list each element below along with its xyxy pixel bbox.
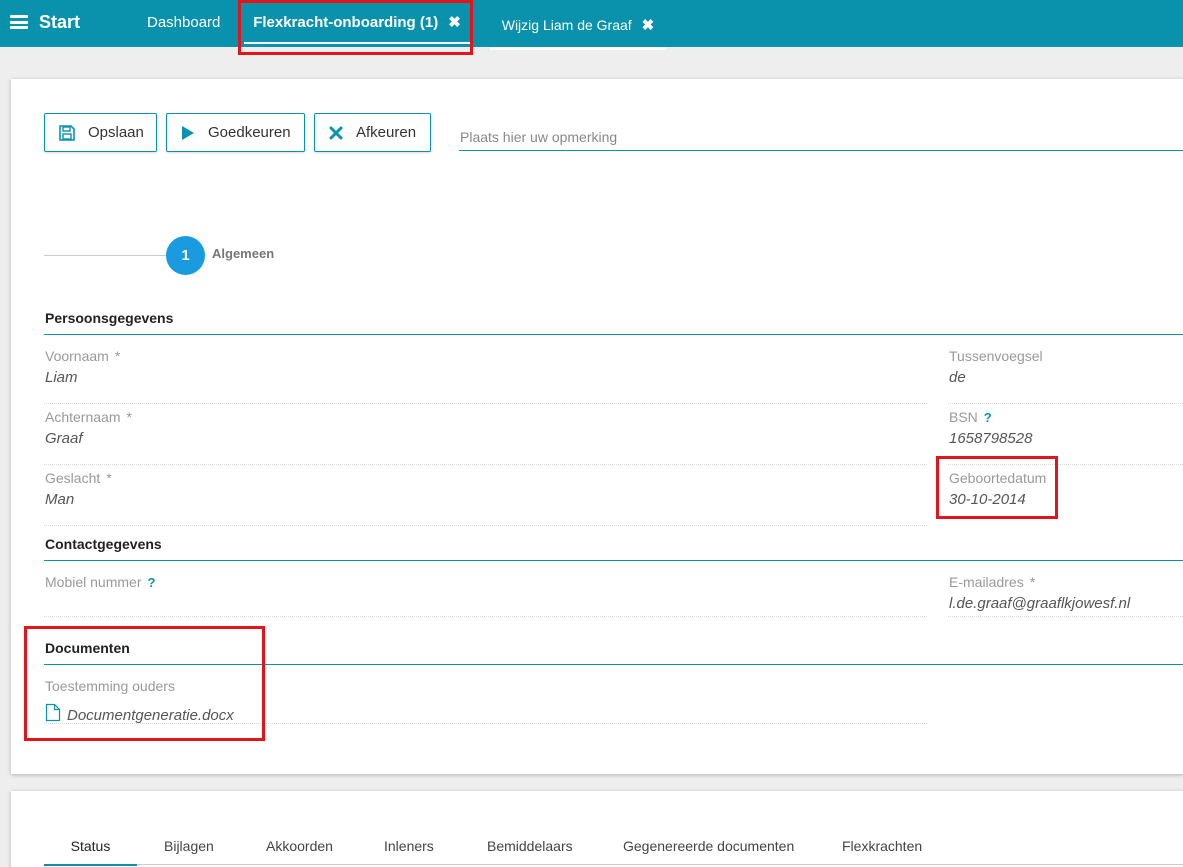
tab-akkoorden[interactable]: Akkoorden <box>266 838 333 865</box>
email-field[interactable]: E-mailadres * l.de.graaf@graaflkjowesf.nl <box>948 574 1183 617</box>
reject-button-label: Afkeuren <box>356 124 417 141</box>
field-label: Achternaam * <box>45 409 132 425</box>
tab-gegenereerde-documenten[interactable]: Gegenereerde documenten <box>623 838 794 865</box>
tab-dashboard-label: Dashboard <box>147 13 221 31</box>
field-label: Voornaam * <box>45 348 121 364</box>
voornaam-value: Liam <box>45 369 78 386</box>
section-divider <box>44 560 1183 561</box>
document-filename: Documentgeneratie.docx <box>67 706 234 724</box>
tab-bijlagen-label: Bijlagen <box>164 838 214 854</box>
tussenvoegsel-field[interactable]: Tussenvoegsel de <box>948 348 1183 404</box>
floppy-disk-icon <box>59 124 75 141</box>
file-icon <box>45 703 61 727</box>
approve-button-label: Goedkeuren <box>208 124 291 141</box>
play-icon <box>181 125 195 141</box>
field-label: Tussenvoegsel <box>949 348 1043 364</box>
help-icon[interactable]: ? <box>147 575 155 590</box>
required-asterisk: * <box>114 348 121 364</box>
achternaam-value: Graaf <box>45 430 83 447</box>
tab-bemiddelaars-label: Bemiddelaars <box>487 838 573 854</box>
document-link[interactable]: Documentgeneratie.docx <box>45 703 234 727</box>
section-title-documenten: Documenten <box>45 640 130 656</box>
tab-flexkracht-onboarding[interactable]: Flexkracht-onboarding (1) ✖ <box>244 0 470 44</box>
detail-tabs-card: Status Bijlagen Akkoorden Inleners Bemid… <box>11 791 1183 867</box>
voornaam-field[interactable]: Voornaam * Liam <box>44 348 927 404</box>
close-icon[interactable]: ✖ <box>448 13 461 31</box>
start-menu-button[interactable]: Start <box>10 11 80 33</box>
save-button-label: Opslaan <box>88 124 144 141</box>
step-line <box>44 255 169 256</box>
tab-flexkrachten-label: Flexkrachten <box>842 838 923 854</box>
tab-inleners[interactable]: Inleners <box>384 838 434 865</box>
tab-status[interactable]: Status <box>44 838 137 866</box>
top-bar: Start Dashboard Flexkracht-onboarding (1… <box>0 0 1183 50</box>
tab-bijlagen[interactable]: Bijlagen <box>164 838 214 865</box>
tab-flexkracht-onboarding-label: Flexkracht-onboarding (1) <box>253 13 439 31</box>
tab-wijzig-liam-de-graaf[interactable]: Wijzig Liam de Graaf ✖ <box>490 3 666 50</box>
close-icon <box>329 126 343 140</box>
section-divider <box>44 664 1183 665</box>
geboortedatum-value: 30-10-2014 <box>949 491 1026 508</box>
step-label: Algemeen <box>212 246 275 261</box>
tab-flexkrachten[interactable]: Flexkrachten <box>842 838 922 865</box>
required-asterisk: * <box>126 409 132 425</box>
active-tab-underline <box>490 47 666 50</box>
geslacht-field[interactable]: Geslacht * Man <box>44 470 927 526</box>
remark-input[interactable] <box>459 123 1183 151</box>
field-label: Toestemming ouders <box>45 678 175 694</box>
required-asterisk: * <box>106 470 112 486</box>
tab-gegenereerde-documenten-label: Gegenereerde documenten <box>623 838 795 854</box>
step-indicator[interactable]: 1 <box>166 236 205 275</box>
achternaam-field[interactable]: Achternaam * Graaf <box>44 409 927 465</box>
field-label: Mobiel nummer? <box>45 574 156 590</box>
field-label: Geboortedatum <box>949 470 1047 486</box>
bsn-value: 1658798528 <box>949 430 1033 447</box>
form-card: Opslaan Goedkeuren Afkeuren 1 Algemeen P… <box>11 79 1183 774</box>
section-title-persoonsgegevens: Persoonsgegevens <box>45 310 174 326</box>
section-divider <box>44 334 1183 335</box>
tab-akkoorden-label: Akkoorden <box>266 838 333 854</box>
field-label: E-mailadres * <box>949 574 1036 590</box>
tab-inleners-label: Inleners <box>384 838 434 854</box>
bsn-field[interactable]: BSN? 1658798528 <box>948 409 1183 465</box>
field-label: BSN? <box>949 409 992 425</box>
active-tab-underline <box>244 42 470 44</box>
help-icon[interactable]: ? <box>984 410 992 425</box>
required-asterisk: * <box>1029 574 1036 590</box>
tab-dashboard[interactable]: Dashboard <box>147 0 220 44</box>
save-button[interactable]: Opslaan <box>44 113 157 152</box>
tab-status-label: Status <box>70 838 111 854</box>
start-label: Start <box>39 11 81 32</box>
reject-button[interactable]: Afkeuren <box>314 113 431 152</box>
geboortedatum-field[interactable]: Geboortedatum 30-10-2014 <box>948 470 1183 526</box>
close-icon[interactable]: ✖ <box>642 16 655 34</box>
hamburger-icon <box>10 15 28 29</box>
field-label: Geslacht * <box>45 470 112 486</box>
tab-bemiddelaars[interactable]: Bemiddelaars <box>487 838 573 865</box>
mobiel-nummer-field[interactable]: Mobiel nummer? <box>44 574 927 617</box>
tussenvoegsel-value: de <box>949 369 966 386</box>
approve-button[interactable]: Goedkeuren <box>166 113 305 152</box>
section-title-contactgegevens: Contactgegevens <box>45 536 162 552</box>
geslacht-value: Man <box>45 491 75 508</box>
email-value: l.de.graaf@graaflkjowesf.nl <box>949 595 1131 612</box>
detail-tabs: Status Bijlagen Akkoorden Inleners Bemid… <box>44 838 1183 866</box>
active-tab-underline <box>44 864 137 866</box>
tab-wijzig-label: Wijzig Liam de Graaf <box>501 17 632 33</box>
toestemming-ouders-field: Toestemming ouders Documentgeneratie.doc… <box>44 678 927 724</box>
